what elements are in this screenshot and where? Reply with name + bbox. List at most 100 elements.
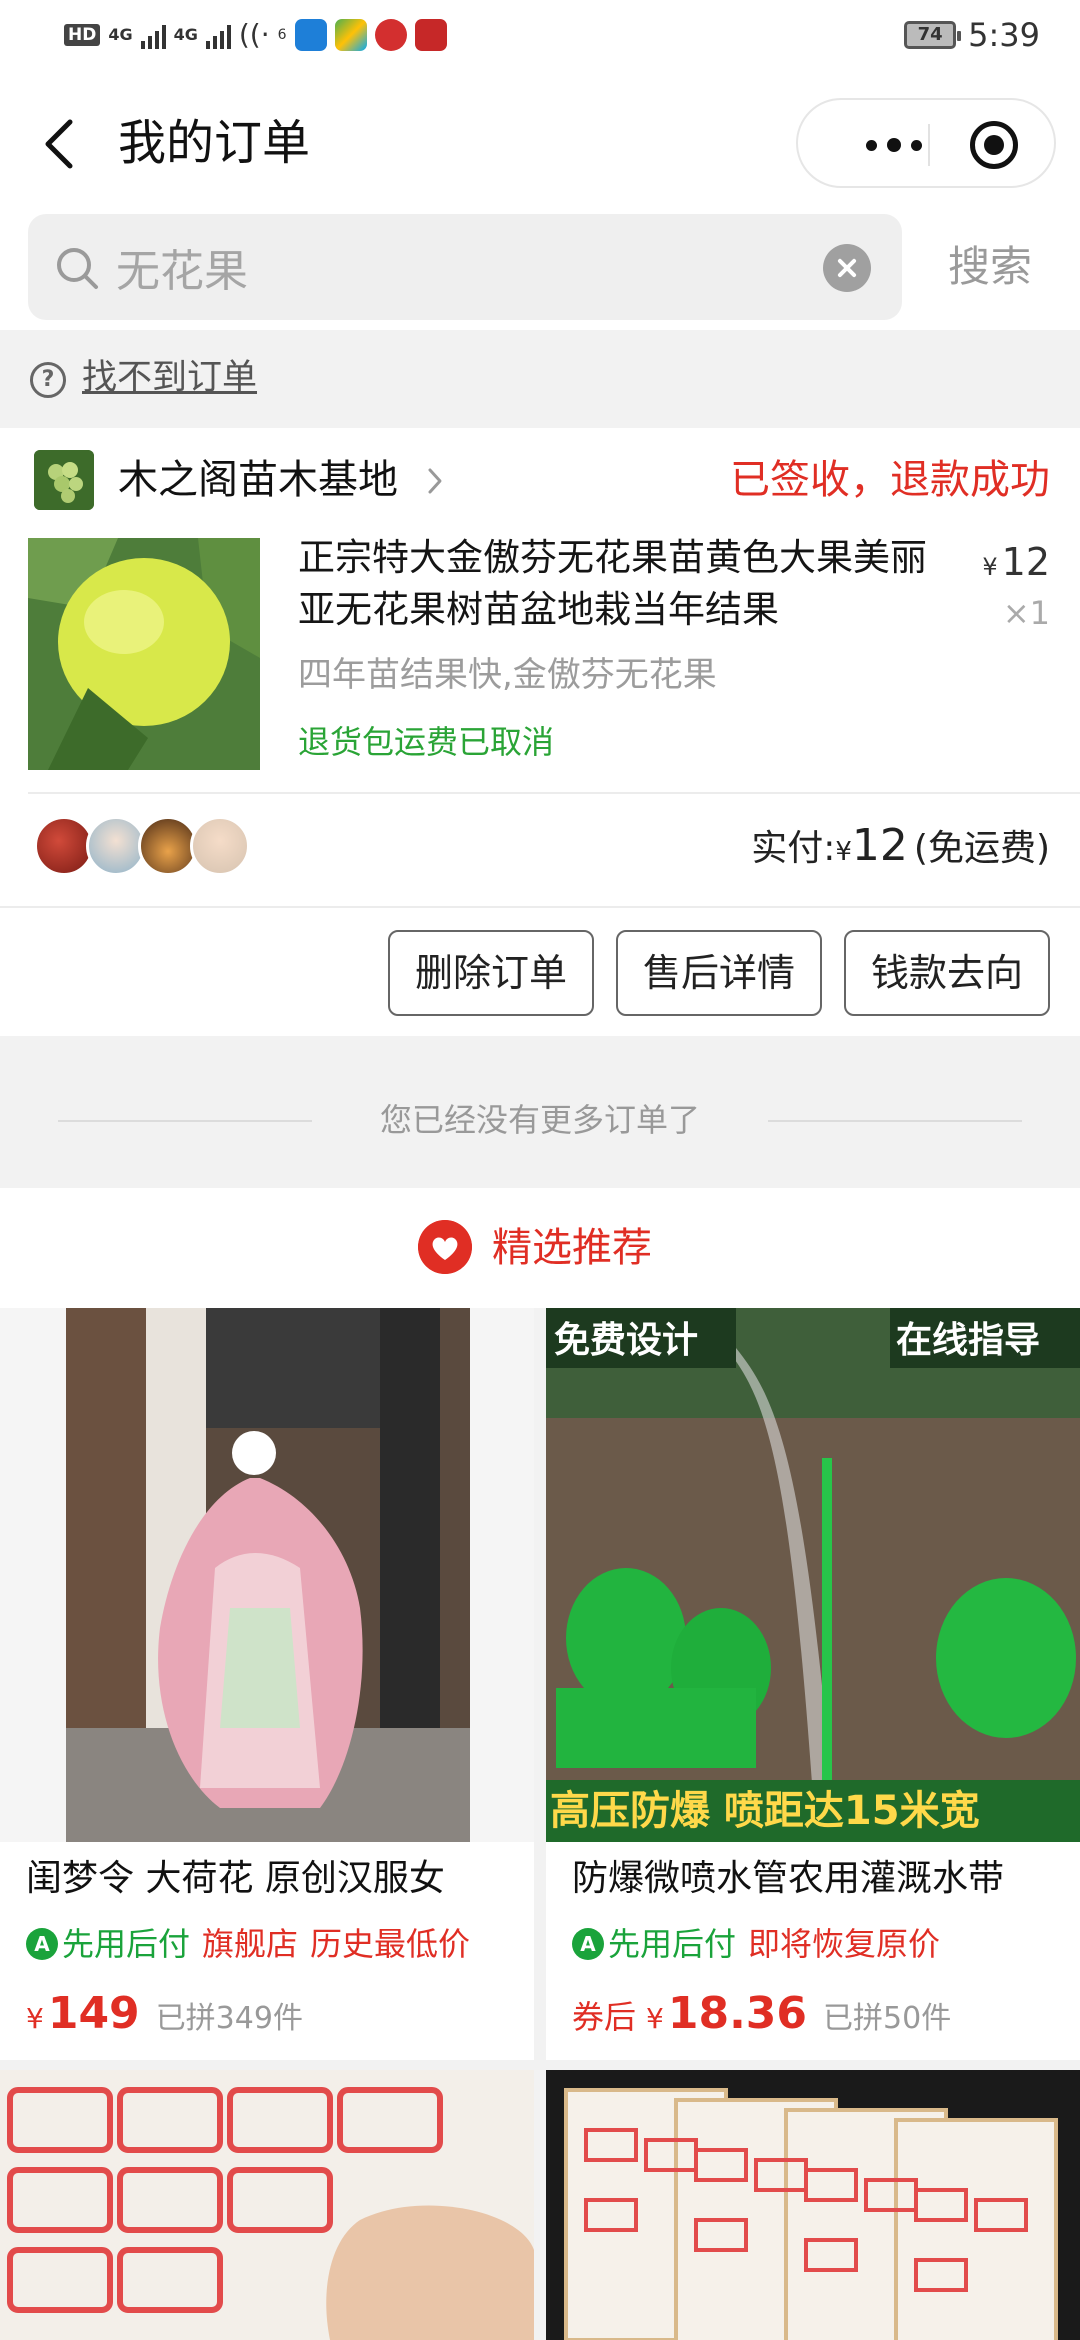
- pay-later-icon: A: [572, 1928, 604, 1960]
- sold-count: 已拼50件: [823, 2001, 952, 2036]
- after-sale-details-button[interactable]: 售后详情: [616, 930, 822, 1016]
- cant-find-order-row: ? 找不到订单: [0, 330, 1080, 428]
- clock: 5:39: [968, 16, 1040, 54]
- pay-later-tag: A 先用后付: [572, 1920, 736, 1968]
- product-image[interactable]: [0, 1308, 534, 1842]
- hd-indicator: HD: [64, 23, 101, 46]
- coupon-prefix: 券后: [572, 1998, 637, 2036]
- group-avatars: [34, 816, 250, 876]
- product-spec: 四年苗结果快,金傲芬无花果: [298, 655, 717, 695]
- back-arrow-icon[interactable]: [36, 114, 84, 174]
- status-right: 74 5:39: [904, 16, 1040, 54]
- search-row: 搜索: [0, 212, 1080, 330]
- product-tags: A 先用后付 旗舰店 历史最低价: [26, 1920, 470, 1968]
- banner-top-left: 免费设计: [554, 1320, 698, 1361]
- order-status: 已签收，退款成功: [730, 457, 1050, 503]
- avatar: [34, 816, 94, 876]
- product-grid: 闺梦令 大荷花 原创汉服女 A 先用后付 旗舰店 历史最低价 ¥ 149 已拼34…: [0, 1308, 1080, 2340]
- pay-later-icon: A: [26, 1928, 58, 1960]
- signal-icon: [140, 21, 166, 49]
- network-label-1: 4G: [108, 25, 133, 44]
- cant-find-order-link[interactable]: 找不到订单: [82, 352, 257, 404]
- battery-icon: 74: [904, 21, 962, 49]
- product-image[interactable]: 免费设计 在线指导 高压防爆 喷距达15米宽: [546, 1308, 1080, 1842]
- network-label-2: 4G: [173, 25, 198, 44]
- divider: [28, 792, 1080, 794]
- more-icon[interactable]: [834, 126, 954, 164]
- avatar: [86, 816, 146, 876]
- no-more-orders: 您已经没有更多订单了: [0, 1036, 1080, 1188]
- search-input[interactable]: [116, 214, 816, 320]
- label-sticker-photo: [0, 2070, 534, 2340]
- price-value: 12: [1001, 540, 1050, 584]
- avatar: [190, 816, 250, 876]
- page-title: 我的订单: [118, 115, 311, 171]
- signal-icon-2: [205, 21, 231, 49]
- product-title[interactable]: 防爆微喷水管农用灌溉水带: [572, 1852, 1072, 1906]
- mini-program-capsule: [796, 98, 1056, 188]
- label-sticker-stack-photo: [546, 2070, 1080, 2340]
- close-target-icon[interactable]: [970, 121, 1018, 169]
- banner-top-right: 在线指导: [896, 1320, 1040, 1361]
- pay-later-tag: A 先用后付: [26, 1920, 190, 1968]
- shield-app-icon: [294, 18, 327, 51]
- paid-value: 12: [851, 820, 908, 871]
- product-card[interactable]: 免费设计 在线指导 高压防爆 喷距达15米宽 防爆微喷水管农用灌溉水带 A 先用后…: [546, 1308, 1080, 2060]
- price-value: 18.36: [667, 1988, 808, 2039]
- price-currency: ¥: [982, 553, 998, 581]
- product-tags: A 先用后付 即将恢复原价: [572, 1920, 940, 1968]
- fig-fruit-image: [28, 538, 260, 770]
- flagship-tag: 旗舰店: [202, 1925, 299, 1963]
- status-left: HD 4G 4G ((· 6: [64, 18, 447, 51]
- search-box: [28, 214, 902, 320]
- hanfu-photo: [0, 1308, 534, 1842]
- sold-count: 已拼349件: [155, 2001, 303, 2036]
- lowest-price-tag: 历史最低价: [310, 1925, 471, 1963]
- recommend-title: 精选推荐: [492, 1225, 652, 1271]
- clear-icon[interactable]: [823, 244, 871, 292]
- order-card[interactable]: 木之阁苗木基地 已签收，退款成功 正宗特大金傲芬无花果苗黄色大果美丽亚无花果树苗…: [0, 428, 1080, 1036]
- price-currency: ¥: [646, 2002, 664, 2035]
- return-shipping-note: 退货包运费已取消: [298, 723, 555, 761]
- grape-image: [34, 450, 94, 510]
- recommend-header: 精选推荐: [0, 1188, 1080, 1308]
- delete-order-button[interactable]: 删除订单: [388, 930, 594, 1016]
- divider-right: [768, 1120, 1022, 1122]
- price-restore-tag: 即将恢复原价: [748, 1925, 941, 1963]
- product-title[interactable]: 正宗特大金傲芬无花果苗黄色大果美丽亚无花果树苗盆地栽当年结果: [298, 532, 938, 636]
- shop-avatar[interactable]: [34, 450, 94, 510]
- colorful-app-icon: [334, 18, 367, 51]
- price-value: 149: [47, 1988, 140, 2039]
- news-app-icon: [414, 18, 447, 51]
- pay-later-label: 先用后付: [62, 1925, 191, 1963]
- capsule-divider: [928, 124, 930, 166]
- paid-label: 实付:: [751, 828, 836, 869]
- money-flow-button[interactable]: 钱款去向: [844, 930, 1050, 1016]
- chevron-right-icon: [428, 468, 442, 494]
- wifi-label: 6: [277, 26, 287, 43]
- product-card[interactable]: [546, 2070, 1080, 2340]
- product-title[interactable]: 闺梦令 大荷花 原创汉服女: [26, 1852, 526, 1906]
- search-button[interactable]: 搜索: [920, 214, 1060, 320]
- divider: [0, 906, 1080, 908]
- product-image[interactable]: [28, 538, 260, 770]
- irrigation-hose-photo: 免费设计 在线指导 高压防爆 喷距达15米宽: [546, 1308, 1080, 1842]
- question-icon: ?: [30, 362, 66, 398]
- wifi-icon: ((·: [238, 18, 270, 51]
- navigation-bar: 我的订单: [0, 74, 1080, 212]
- product-price: ¥12: [982, 540, 1050, 584]
- product-card[interactable]: [0, 2070, 534, 2340]
- product-price: 券后 ¥ 18.36 已拼50件: [572, 1984, 951, 2049]
- paid-amount: 实付:¥12 (免运费): [751, 814, 1050, 884]
- search-icon: [57, 248, 98, 289]
- red-app-icon: [374, 18, 407, 51]
- paid-currency: ¥: [835, 837, 852, 867]
- heart-icon: [418, 1220, 472, 1274]
- banner-bottom: 高压防爆 喷距达15米宽: [550, 1788, 980, 1834]
- product-card[interactable]: 闺梦令 大荷花 原创汉服女 A 先用后付 旗舰店 历史最低价 ¥ 149 已拼34…: [0, 1308, 534, 2060]
- pay-later-label: 先用后付: [608, 1925, 737, 1963]
- shop-name[interactable]: 木之阁苗木基地: [118, 450, 398, 510]
- status-bar: HD 4G 4G ((· 6 74 5:39: [0, 0, 1080, 74]
- paid-suffix: (免运费): [913, 828, 1050, 869]
- product-quantity: ×1: [1002, 594, 1050, 632]
